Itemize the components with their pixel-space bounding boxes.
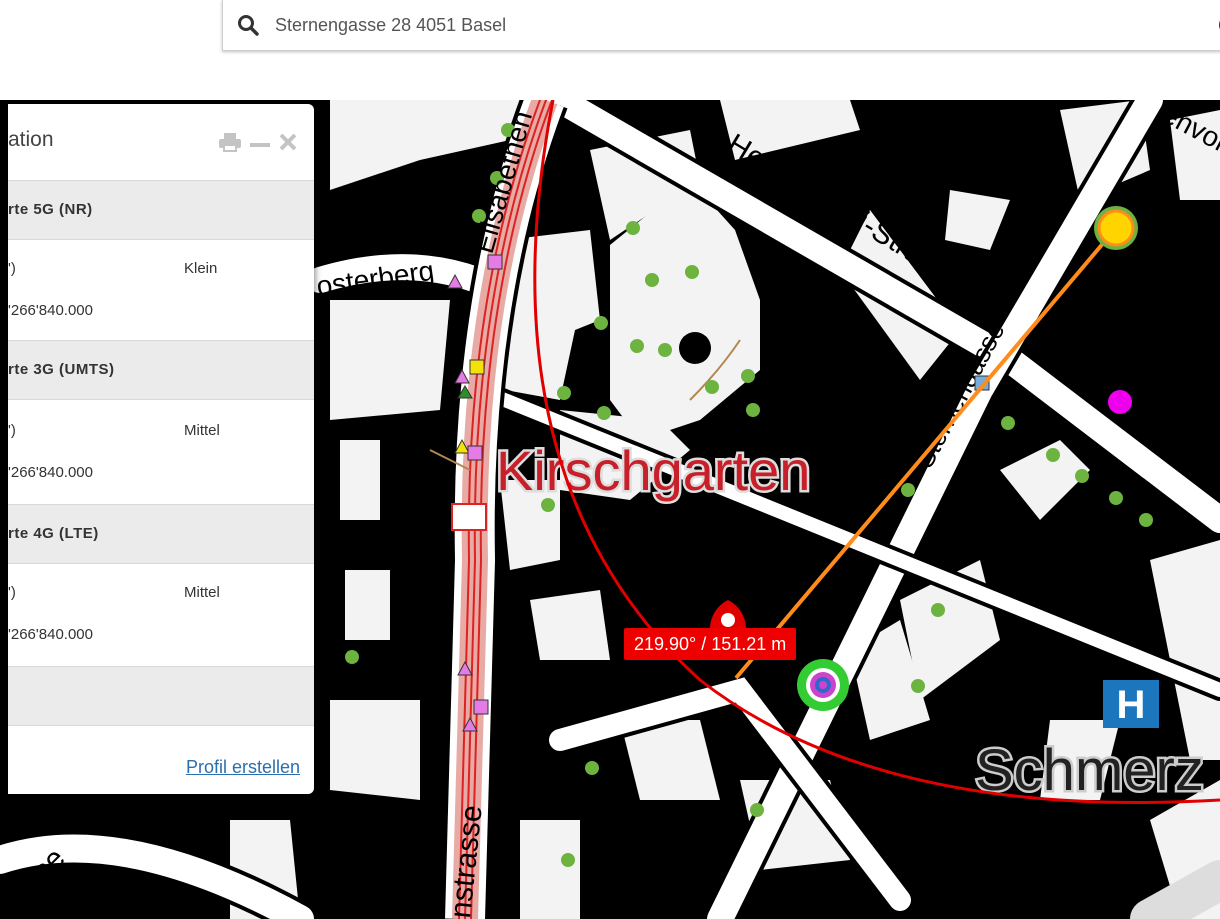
section-3g-coordinate: '266'840.000 <box>8 464 93 481</box>
section-header-label: rte 5G (NR) <box>8 201 93 218</box>
search-bar[interactable] <box>222 0 1220 51</box>
section-header-4g[interactable]: rte 4G (LTE) <box>8 504 314 564</box>
search-icon[interactable] <box>223 14 273 36</box>
close-icon[interactable] <box>278 132 298 152</box>
antenna-dot-magenta[interactable] <box>1108 390 1132 414</box>
map-label-kirschgarten: Kirschgarten <box>496 439 810 502</box>
section-header-label: rte 4G (LTE) <box>8 525 99 542</box>
search-input[interactable] <box>273 13 1177 37</box>
section-5g-value-left: ') <box>8 260 16 277</box>
create-profile-link[interactable]: Profil erstellen <box>186 757 300 778</box>
panel-title: ation <box>8 128 54 151</box>
hospital-letter: H <box>1117 683 1146 727</box>
antenna-location-marker[interactable] <box>819 681 827 689</box>
section-5g-power-level: Klein <box>184 260 218 277</box>
section-4g-coordinate: '266'840.000 <box>8 626 93 643</box>
measurement-label: 219.90° / 151.21 m <box>624 628 797 660</box>
info-panel: ation rte 5G (NR) ') Klein '266'840.000 … <box>8 104 314 794</box>
section-3g-power-level: Mittel <box>184 422 220 439</box>
section-header-label: rte 3G (UMTS) <box>8 361 115 378</box>
section-header-3g[interactable]: rte 3G (UMTS) <box>8 340 314 400</box>
print-icon[interactable] <box>218 132 242 152</box>
section-header-empty[interactable] <box>8 666 314 726</box>
section-5g-coordinate: '266'840.000 <box>8 302 93 319</box>
section-3g-value-left: ') <box>8 422 16 439</box>
minimize-icon[interactable] <box>248 132 272 152</box>
section-4g-value-left: ') <box>8 584 16 601</box>
section-header-5g[interactable]: rte 5G (NR) <box>8 180 314 240</box>
map-label-schmerz: Schmerz <box>975 738 1204 803</box>
section-4g-power-level: Mittel <box>184 584 220 601</box>
panel-toolbar <box>218 132 298 152</box>
